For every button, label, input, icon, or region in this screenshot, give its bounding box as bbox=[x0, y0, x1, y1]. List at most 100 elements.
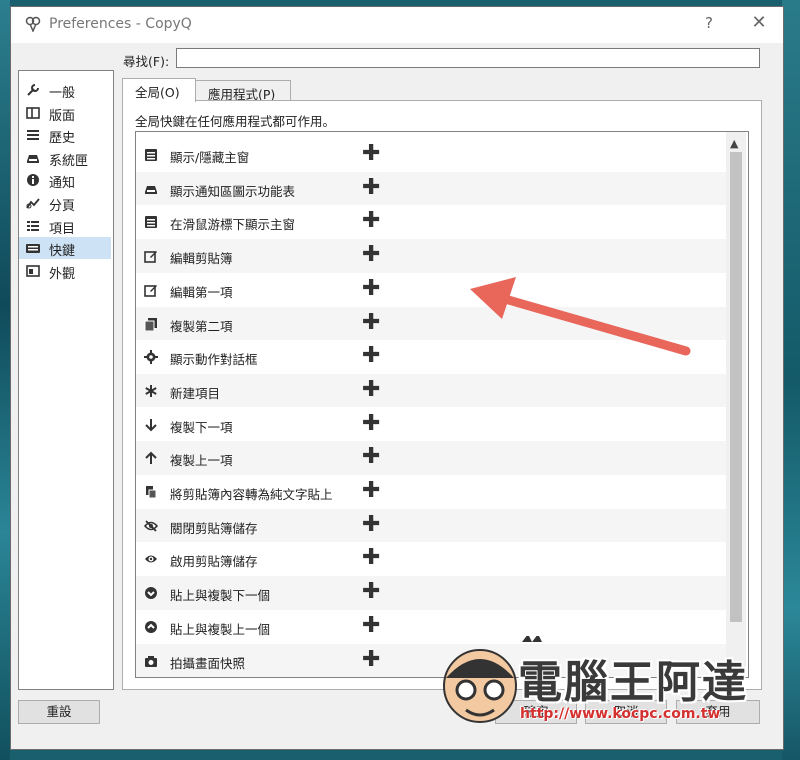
annotation-arrow-icon bbox=[470, 277, 691, 356]
add-shortcut-button[interactable]: ✚ bbox=[362, 546, 380, 570]
sidebar-item-5[interactable]: 分頁 bbox=[19, 192, 111, 214]
items-icon bbox=[27, 220, 39, 231]
shortcut-label: 拍攝畫面快照 bbox=[170, 655, 246, 671]
shortcut-label: 複製上一項 bbox=[170, 453, 233, 469]
shortcut-label: 顯示通知區圖示功能表 bbox=[170, 183, 296, 199]
add-shortcut-button[interactable]: ✚ bbox=[362, 209, 380, 233]
shortcut-label: 貼上與複製上一個 bbox=[170, 621, 271, 637]
add-shortcut-button[interactable]: ✚ bbox=[362, 479, 380, 503]
copyq-app-icon bbox=[25, 16, 41, 32]
desktop-background-right bbox=[782, 0, 800, 760]
watermark-text: 電腦王阿達 bbox=[518, 657, 748, 708]
add-shortcut-button[interactable]: ✚ bbox=[362, 445, 380, 469]
tray-icon bbox=[145, 185, 157, 194]
shortcut-row[interactable]: 顯示通知區圖示功能表 ✚ bbox=[136, 171, 726, 206]
sidebar-item-label: 項目 bbox=[49, 221, 76, 237]
add-shortcut-button[interactable]: ✚ bbox=[362, 344, 380, 368]
list-icon bbox=[27, 130, 39, 141]
shortcut-row[interactable]: 編輯剪貼簿 ✚ bbox=[136, 239, 726, 273]
shortcut-label: 顯示/隱藏主窗 bbox=[170, 150, 250, 165]
shortcut-label: 貼上與複製下一個 bbox=[170, 588, 271, 604]
sidebar-item-label: 通知 bbox=[49, 176, 76, 192]
shortcut-row[interactable]: 顯示/隱藏主窗 ✚ bbox=[136, 138, 726, 172]
wrench-icon bbox=[27, 84, 39, 96]
camera-icon bbox=[145, 655, 157, 667]
sidebar-item-4[interactable]: 通知 bbox=[19, 169, 111, 191]
add-shortcut-button[interactable]: ✚ bbox=[362, 647, 380, 672]
sidebar-item-0[interactable]: 一般 bbox=[19, 79, 111, 101]
help-button[interactable]: ? bbox=[699, 14, 719, 32]
add-shortcut-button[interactable]: ✚ bbox=[362, 580, 380, 604]
search-input[interactable] bbox=[176, 48, 760, 68]
sidebar-item-7[interactable]: 快鍵 bbox=[19, 237, 111, 260]
tab-global[interactable]: 全局(O) bbox=[122, 78, 196, 102]
layout-icon bbox=[26, 106, 40, 119]
shortcut-label: 在滑鼠游標下顯示主窗 bbox=[170, 217, 296, 233]
shortcut-label: 關閉剪貼簿儲存 bbox=[170, 520, 258, 536]
search-label: 尋找(F): bbox=[123, 54, 170, 69]
sidebar-item-3[interactable]: 系統匣 bbox=[19, 147, 111, 169]
eye-icon bbox=[145, 555, 157, 563]
sidebar-item-label: 歷史 bbox=[49, 131, 76, 147]
shortcut-label: 啟用剪貼簿儲存 bbox=[170, 554, 258, 570]
shortcut-label: 顯示動作對話框 bbox=[170, 352, 258, 368]
window-icon bbox=[145, 149, 157, 161]
info-icon bbox=[27, 174, 39, 187]
shortcut-row[interactable]: 啟用剪貼簿儲存 ✚ bbox=[136, 542, 726, 576]
tabs-icon bbox=[26, 198, 40, 209]
desktop-background-left bbox=[0, 0, 10, 760]
sidebar-item-label: 外觀 bbox=[49, 266, 76, 282]
tab-applications[interactable]: 應用程式(P) bbox=[195, 80, 291, 102]
shortcut-label: 將剪貼簿內容轉為純文字貼上 bbox=[170, 487, 333, 502]
shortcut-row[interactable]: 複製下一項 ✚ bbox=[136, 408, 726, 442]
shortcut-label: 新建項目 bbox=[170, 385, 221, 401]
sidebar-item-8[interactable]: 外觀 bbox=[19, 260, 111, 282]
add-shortcut-button[interactable]: ✚ bbox=[362, 276, 380, 301]
shortcut-label: 複製第二項 bbox=[170, 318, 233, 334]
add-shortcut-button[interactable]: ✚ bbox=[362, 377, 380, 402]
shortcut-row[interactable]: 複製上一項 ✚ bbox=[136, 441, 726, 475]
scroll-thumb[interactable] bbox=[730, 152, 742, 622]
gear-icon bbox=[144, 350, 158, 365]
sidebar-item-label: 系統匣 bbox=[49, 153, 89, 169]
shortcut-label: 編輯剪貼簿 bbox=[170, 251, 233, 267]
arrow-up-icon bbox=[145, 451, 157, 465]
close-button[interactable]: ✕ bbox=[749, 12, 769, 33]
sidebar-item-label: 快鍵 bbox=[49, 244, 76, 260]
sidebar: 一般 版面歷史系統匣通知分頁項目快鍵外觀 bbox=[18, 70, 114, 690]
shortcut-row[interactable]: 貼上與複製下一個 ✚ bbox=[136, 576, 726, 610]
shortcut-label: 編輯第一項 bbox=[170, 284, 233, 300]
add-shortcut-button[interactable]: ✚ bbox=[362, 243, 380, 267]
copy-icon bbox=[144, 317, 157, 331]
add-shortcut-button[interactable]: ✚ bbox=[362, 613, 380, 638]
add-shortcut-button[interactable]: ✚ bbox=[362, 512, 380, 537]
reset-button[interactable]: 重設 bbox=[18, 700, 100, 724]
shortcut-label: 複製下一項 bbox=[170, 419, 233, 435]
add-shortcut-button[interactable]: ✚ bbox=[362, 175, 380, 200]
scrollbar[interactable]: ▲ bbox=[726, 132, 746, 677]
appearance-icon bbox=[26, 264, 40, 277]
add-shortcut-button[interactable]: ✚ bbox=[362, 411, 380, 436]
shortcut-row[interactable]: 在滑鼠游標下顯示主窗 ✚ bbox=[136, 205, 726, 239]
sidebar-item-label: 分頁 bbox=[49, 199, 76, 214]
panel-description: 全局快鍵在任何應用程式都可作用。 bbox=[135, 114, 336, 129]
scroll-up-icon[interactable]: ▲ bbox=[730, 137, 738, 150]
sidebar-item-1[interactable]: 版面 bbox=[19, 102, 111, 124]
shortcut-row[interactable]: 關閉剪貼簿儲存 ✚ bbox=[136, 508, 726, 543]
shortcut-row[interactable]: 將剪貼簿內容轉為純文字貼上 ✚ bbox=[136, 475, 726, 509]
sidebar-item-2[interactable]: 歷史 bbox=[19, 124, 111, 146]
circle-down-icon bbox=[145, 587, 157, 600]
title-bar[interactable]: Preferences - CopyQ ? ✕ bbox=[11, 7, 783, 43]
watermark-url: http://www.kocpc.com.tw bbox=[520, 706, 721, 722]
sidebar-item-label: 一般 bbox=[49, 86, 76, 101]
asterisk-icon bbox=[145, 384, 157, 397]
sidebar-item-6[interactable]: 項目 bbox=[19, 215, 111, 237]
eye-slash-icon bbox=[144, 520, 158, 532]
paste-icon bbox=[146, 486, 157, 499]
tray-icon bbox=[27, 154, 39, 163]
add-shortcut-button[interactable]: ✚ bbox=[362, 310, 380, 335]
circle-up-icon bbox=[145, 620, 157, 633]
shortcut-row[interactable]: 新建項目 ✚ bbox=[136, 373, 726, 408]
keyboard-icon bbox=[26, 244, 40, 254]
add-shortcut-button[interactable]: ✚ bbox=[362, 142, 380, 166]
